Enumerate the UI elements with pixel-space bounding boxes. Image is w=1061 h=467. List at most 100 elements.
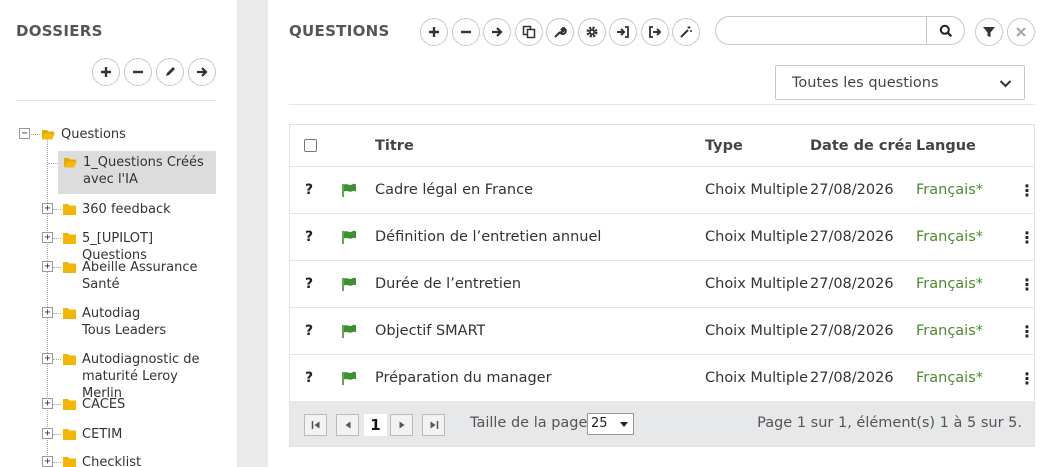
tree-line xyxy=(53,267,61,268)
arrow-right-icon xyxy=(197,67,208,77)
search-button[interactable] xyxy=(926,17,964,44)
tree-node-questions[interactable]: Questions xyxy=(42,126,126,143)
select-all-checkbox[interactable] xyxy=(304,139,317,152)
folder-icon xyxy=(63,262,76,273)
tree-expand-toggle[interactable]: + xyxy=(42,428,53,439)
remove-question-button[interactable] xyxy=(451,18,480,46)
tree-node-abeille[interactable]: Abeille Assurance Santé xyxy=(63,259,203,293)
folder-icon xyxy=(63,308,76,319)
tree-line xyxy=(53,238,61,239)
add-icon xyxy=(101,67,111,77)
question-status-icon: ? xyxy=(305,182,314,198)
grid-pager: 1 Taille de la page: 25 Page 1 sur 1, él… xyxy=(290,402,1034,446)
table-row[interactable]: ? Définition de l’entretien annuel Choix… xyxy=(290,214,1035,261)
tree-line xyxy=(53,434,61,435)
question-type: Choix Multiple xyxy=(705,182,809,198)
column-header-language[interactable]: Langue xyxy=(916,125,976,166)
tree-node-360-feedback[interactable]: 360 feedback xyxy=(63,201,171,218)
search-box xyxy=(715,16,965,45)
add-folder-button[interactable] xyxy=(92,58,120,86)
clear-filter-button[interactable] xyxy=(1007,18,1035,46)
column-header-title[interactable]: Titre xyxy=(375,125,414,166)
tree-expand-toggle[interactable]: + xyxy=(42,307,53,318)
first-page-icon xyxy=(311,421,319,429)
move-folder-button[interactable] xyxy=(188,58,216,86)
question-filter-select[interactable]: Toutes les questions xyxy=(775,65,1025,100)
tree-expand-toggle[interactable]: + xyxy=(42,398,53,409)
tree-expand-toggle[interactable]: + xyxy=(42,456,53,467)
row-menu-icon[interactable]: ⋮ xyxy=(1019,261,1035,307)
question-date: 27/08/2026 xyxy=(810,370,894,386)
folder-icon xyxy=(63,457,76,467)
tree-line xyxy=(47,140,48,465)
remove-folder-button[interactable] xyxy=(124,58,152,86)
tree-node-ai-questions[interactable]: 1_Questions Créés avec l'IA xyxy=(58,151,216,194)
question-date: 27/08/2026 xyxy=(810,229,894,245)
row-menu-icon[interactable]: ⋮ xyxy=(1019,214,1035,260)
wrench-icon xyxy=(554,26,567,38)
row-menu-icon[interactable]: ⋮ xyxy=(1019,308,1035,354)
tree-node-cetim[interactable]: CETIM xyxy=(63,426,122,443)
table-row[interactable]: ? Préparation du manager Choix Multiple … xyxy=(290,355,1035,402)
import-button[interactable] xyxy=(609,18,637,46)
tree-node-autodiagnostic-leroy[interactable]: Autodiagnostic de maturité Leroy Merlin xyxy=(63,351,208,402)
tree-node-label: CACES xyxy=(82,397,126,412)
search-icon xyxy=(939,24,952,37)
prev-page-button[interactable] xyxy=(336,414,359,436)
import-icon xyxy=(617,26,629,38)
page-size-label: Taille de la page: xyxy=(470,415,593,431)
folder-icon xyxy=(63,233,76,244)
tree-node-caces[interactable]: CACES xyxy=(63,396,125,413)
column-header-type[interactable]: Type xyxy=(705,125,743,166)
next-page-button[interactable] xyxy=(390,414,413,436)
table-row[interactable]: ? Cadre légal en France Choix Multiple 2… xyxy=(290,167,1035,214)
tree-node-checklist[interactable]: Checklist xyxy=(63,454,141,467)
column-header-date[interactable]: Date de créat xyxy=(810,125,911,166)
question-type: Choix Multiple xyxy=(705,276,809,292)
filter-button[interactable] xyxy=(975,18,1003,46)
current-page[interactable]: 1 xyxy=(364,414,387,436)
tree-node-label: CETIM xyxy=(82,427,123,442)
table-row[interactable]: ? Objectif SMART Choix Multiple 27/08/20… xyxy=(290,308,1035,355)
edit-folder-button[interactable] xyxy=(156,58,184,86)
flag-icon xyxy=(342,308,357,354)
tree-node-label: 360 feedback xyxy=(82,202,171,217)
copy-question-button[interactable] xyxy=(514,18,543,46)
magic-button[interactable] xyxy=(672,18,700,46)
first-page-button[interactable] xyxy=(304,414,327,436)
move-question-button[interactable] xyxy=(483,18,511,46)
tree-node-label: Autodiag Tous Leaders xyxy=(82,306,167,338)
tree-node-autodiag-leaders[interactable]: Autodiag Tous Leaders xyxy=(63,305,173,339)
folder-icon xyxy=(63,429,76,440)
questions-panel: QUESTIONS Toutes les questions Titre Typ… xyxy=(268,0,1061,467)
question-status-icon: ? xyxy=(305,323,314,339)
close-icon xyxy=(1016,27,1026,37)
folder-open-icon xyxy=(42,130,55,140)
row-menu-icon[interactable]: ⋮ xyxy=(1019,355,1035,401)
question-type: Choix Multiple xyxy=(705,323,809,339)
last-page-button[interactable] xyxy=(422,414,445,436)
row-menu-icon[interactable]: ⋮ xyxy=(1019,167,1035,213)
table-row[interactable]: ? Durée de l’entretien Choix Multiple 27… xyxy=(290,261,1035,308)
question-type: Choix Multiple xyxy=(705,229,809,245)
tree-collapse-toggle[interactable]: − xyxy=(19,128,30,139)
question-language: Français* xyxy=(916,182,984,198)
settings-button[interactable] xyxy=(577,18,606,46)
tree-line xyxy=(53,313,61,314)
tree-expand-toggle[interactable]: + xyxy=(42,261,53,272)
page-size-select[interactable]: 25 xyxy=(587,413,634,435)
tools-button[interactable] xyxy=(546,18,574,46)
tree-expand-toggle[interactable]: + xyxy=(42,203,53,214)
add-question-button[interactable] xyxy=(420,18,448,46)
questions-grid: Titre Type Date de créat Langue ? Cadre … xyxy=(289,124,1035,447)
question-filter-value: Toutes les questions xyxy=(792,75,939,91)
export-button[interactable] xyxy=(640,18,669,46)
flag-icon xyxy=(342,214,357,260)
tree-node-label: Questions xyxy=(61,127,126,142)
question-title: Préparation du manager xyxy=(375,370,552,386)
tree-expand-toggle[interactable]: + xyxy=(42,232,53,243)
tree-line xyxy=(53,462,61,463)
folders-title: DOSSIERS xyxy=(16,22,103,40)
search-input[interactable] xyxy=(716,17,926,44)
tree-expand-toggle[interactable]: + xyxy=(42,353,53,364)
